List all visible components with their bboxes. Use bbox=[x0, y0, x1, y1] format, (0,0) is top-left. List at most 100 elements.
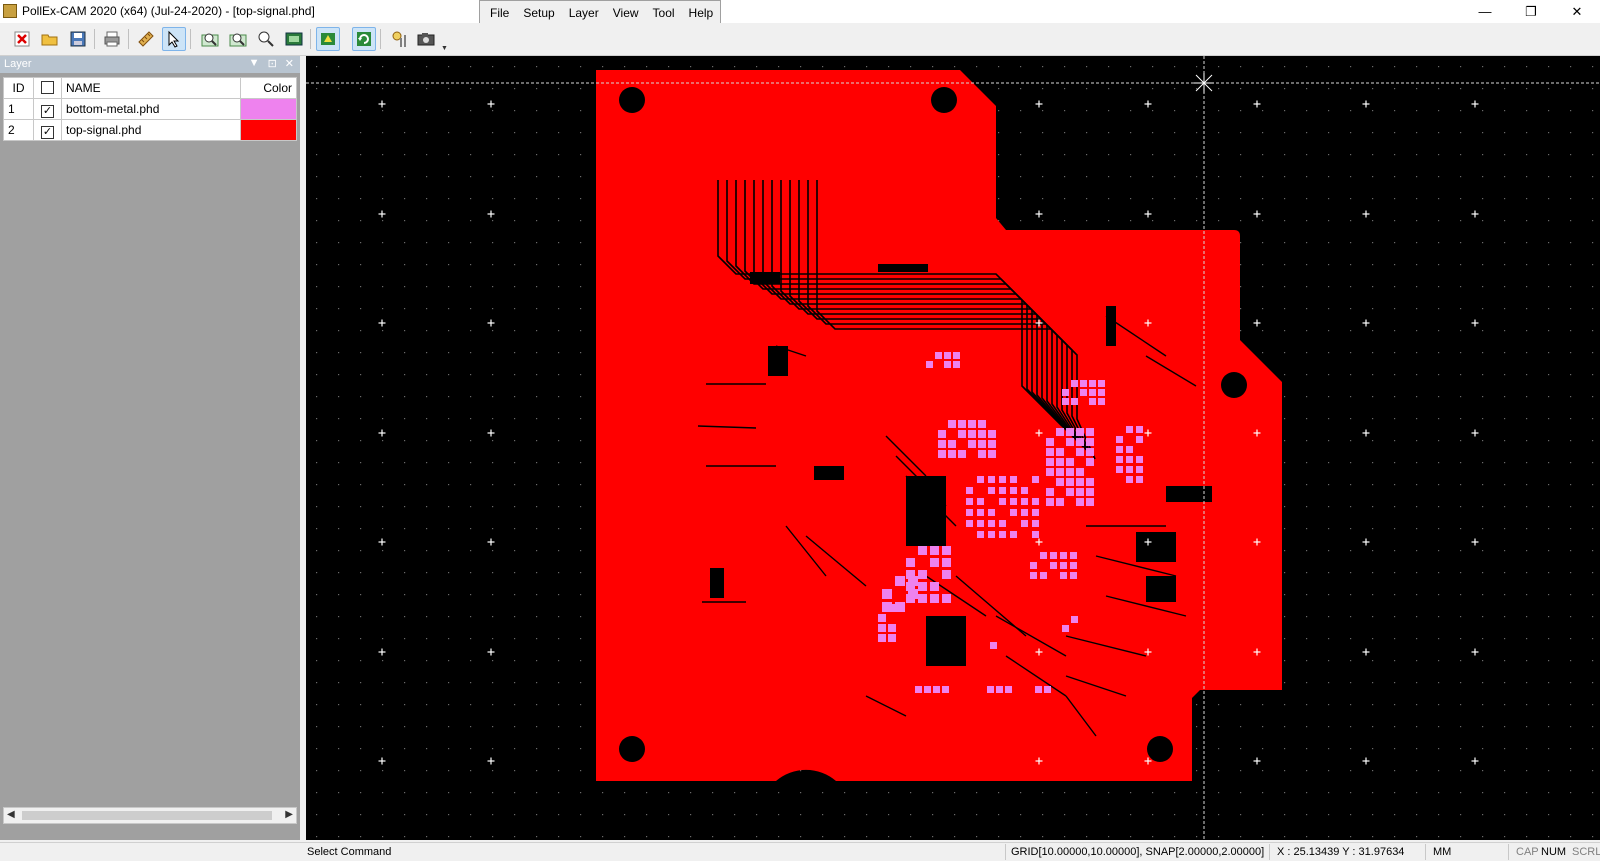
layer-panel-header: Layer ▼ ⊡ ✕ bbox=[0, 56, 300, 73]
menu-tool[interactable]: Tool bbox=[653, 6, 675, 20]
print-icon[interactable] bbox=[100, 27, 124, 51]
toolbar-overflow-icon[interactable]: ▼ bbox=[441, 45, 448, 52]
panel-close-icon[interactable]: ✕ bbox=[285, 57, 294, 70]
restore-button[interactable]: ❐ bbox=[1508, 0, 1554, 23]
status-grid: GRID[10.00000,10.00000], SNAP[2.00000,2.… bbox=[1011, 846, 1265, 858]
layer-settings-icon[interactable] bbox=[316, 27, 340, 51]
pad bbox=[1080, 380, 1087, 387]
pad bbox=[930, 594, 939, 603]
pad bbox=[1010, 509, 1017, 516]
pad bbox=[1076, 448, 1084, 456]
zoom-fit-icon[interactable] bbox=[282, 27, 306, 51]
scroll-right-icon[interactable]: ▶ bbox=[285, 809, 293, 820]
pad bbox=[1076, 468, 1084, 476]
pcb-canvas[interactable] bbox=[306, 56, 1600, 840]
pad bbox=[930, 546, 939, 555]
status-command: Select Command bbox=[307, 846, 392, 858]
pad bbox=[1032, 531, 1039, 538]
pad bbox=[968, 440, 976, 448]
pad bbox=[908, 589, 918, 599]
status-unit: MM bbox=[1433, 846, 1452, 858]
layer-id: 2 bbox=[3, 119, 34, 141]
col-id[interactable]: ID bbox=[3, 77, 34, 99]
layer-visibility[interactable]: ✓ bbox=[33, 119, 62, 141]
layer-color-swatch[interactable] bbox=[240, 119, 297, 141]
pad bbox=[958, 450, 966, 458]
menu-file[interactable]: File bbox=[490, 6, 509, 20]
pad bbox=[1010, 487, 1017, 494]
pad bbox=[1056, 448, 1064, 456]
component-shape bbox=[1136, 532, 1176, 562]
menu-help[interactable]: Help bbox=[689, 6, 714, 20]
menu-view[interactable]: View bbox=[613, 6, 639, 20]
pcb-view[interactable] bbox=[306, 56, 1600, 840]
pad bbox=[1021, 520, 1028, 527]
layer-color-swatch[interactable] bbox=[240, 98, 297, 120]
close-file-icon[interactable] bbox=[10, 27, 34, 51]
options-icon[interactable] bbox=[388, 27, 412, 51]
col-check[interactable] bbox=[33, 77, 62, 99]
pad bbox=[1136, 436, 1143, 443]
menu-layer[interactable]: Layer bbox=[569, 6, 599, 20]
table-row[interactable]: 1 ✓ bottom-metal.phd bbox=[3, 98, 297, 120]
pad bbox=[878, 614, 886, 622]
layer-hscrollbar[interactable]: ◀ ▶ bbox=[3, 807, 297, 824]
layer-checkbox[interactable]: ✓ bbox=[41, 125, 54, 139]
close-button[interactable]: ✕ bbox=[1554, 0, 1600, 23]
scroll-thumb[interactable] bbox=[22, 811, 272, 820]
menu-setup[interactable]: Setup bbox=[523, 6, 554, 20]
pad bbox=[1071, 380, 1078, 387]
pad bbox=[1060, 562, 1067, 569]
pad bbox=[938, 450, 946, 458]
pad bbox=[1080, 389, 1087, 396]
panel-dropdown-icon[interactable]: ▼ bbox=[249, 57, 260, 70]
pad bbox=[999, 520, 1006, 527]
status-bar: Select Command GRID[10.00000,10.00000], … bbox=[0, 842, 1600, 861]
pad bbox=[1060, 552, 1067, 559]
save-icon[interactable] bbox=[66, 27, 90, 51]
zoom-in-icon[interactable] bbox=[198, 27, 222, 51]
layer-checkbox[interactable]: ✓ bbox=[41, 104, 54, 118]
open-folder-icon[interactable] bbox=[38, 27, 62, 51]
table-row[interactable]: 2 ✓ top-signal.phd bbox=[3, 119, 297, 141]
minimize-button[interactable]: — bbox=[1462, 0, 1508, 23]
pad bbox=[958, 420, 966, 428]
col-name[interactable]: NAME bbox=[61, 77, 241, 99]
col-color[interactable]: Color bbox=[240, 77, 297, 99]
pad bbox=[1030, 572, 1037, 579]
panel-pin-icon[interactable]: ⊡ bbox=[268, 57, 277, 70]
mounting-hole bbox=[1147, 736, 1173, 762]
pad bbox=[1066, 428, 1074, 436]
pad bbox=[948, 440, 956, 448]
component-shape bbox=[750, 272, 780, 284]
scroll-left-icon[interactable]: ◀ bbox=[7, 809, 15, 820]
pad bbox=[977, 476, 984, 483]
pad bbox=[990, 642, 997, 649]
zoom-window-icon[interactable] bbox=[254, 27, 278, 51]
pad bbox=[978, 440, 986, 448]
pad bbox=[1050, 552, 1057, 559]
app-icon bbox=[3, 4, 17, 18]
pad bbox=[942, 558, 951, 567]
pad bbox=[1076, 478, 1084, 486]
pad bbox=[1126, 426, 1133, 433]
pad bbox=[908, 576, 918, 586]
refresh-icon[interactable] bbox=[352, 27, 376, 51]
pad bbox=[953, 361, 960, 368]
layer-panel: Layer ▼ ⊡ ✕ ID NAME Color 1 ✓ bottom-met… bbox=[0, 56, 300, 840]
layer-visibility[interactable]: ✓ bbox=[33, 98, 62, 120]
component-shape bbox=[1106, 306, 1116, 346]
pad bbox=[966, 487, 973, 494]
pad bbox=[1010, 531, 1017, 538]
pad bbox=[988, 476, 995, 483]
pad bbox=[888, 624, 896, 632]
select-all-checkbox[interactable] bbox=[41, 81, 54, 94]
camera-icon[interactable] bbox=[414, 27, 438, 51]
zoom-out-icon[interactable] bbox=[226, 27, 250, 51]
pad bbox=[966, 509, 973, 516]
pad bbox=[1070, 572, 1077, 579]
pad bbox=[918, 594, 927, 603]
pad bbox=[1046, 438, 1054, 446]
ruler-icon[interactable] bbox=[134, 27, 158, 51]
select-arrow-icon[interactable] bbox=[162, 27, 186, 51]
